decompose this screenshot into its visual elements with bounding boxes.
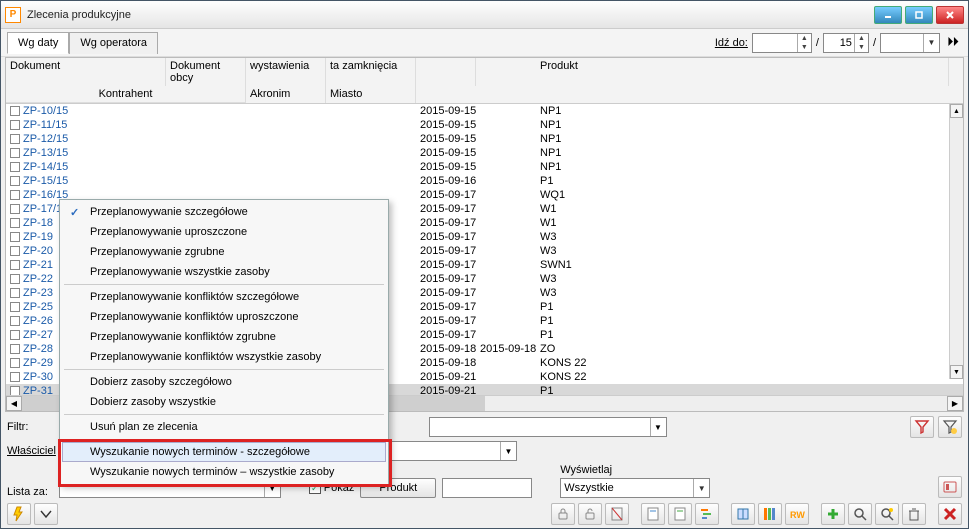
view-icon[interactable] — [848, 503, 872, 525]
col-produkt[interactable]: Produkt — [536, 58, 949, 86]
exit-icon[interactable] — [938, 503, 962, 525]
menu-item[interactable]: Wyszukanie nowych terminów - szczegółowe — [62, 442, 386, 462]
filter-combo[interactable]: ▼ — [429, 417, 667, 437]
doc2-icon[interactable] — [668, 503, 692, 525]
tabs-row: Wg daty Wg operatora Idź do: ▲▼ / ▲▼ / ▼… — [1, 29, 968, 57]
menu-item[interactable]: Przeplanowywanie uproszczone — [62, 222, 386, 242]
menu-item[interactable]: Dobierz zasoby szczegółowo — [62, 372, 386, 392]
cancel-doc-icon[interactable] — [605, 503, 629, 525]
col-akronim[interactable]: Akronim — [246, 86, 326, 103]
table-row[interactable]: ZP-10/152015-09-15NP1 — [6, 104, 963, 118]
book-icon[interactable] — [731, 503, 755, 525]
flash-icon[interactable] — [7, 503, 31, 525]
goto-field-3[interactable]: ▼ — [880, 33, 940, 53]
maximize-button[interactable] — [905, 6, 933, 24]
filter-run-icon[interactable] — [910, 416, 934, 438]
produkt-input[interactable] — [442, 478, 532, 498]
col-zamk[interactable]: ta zamknięcia — [326, 58, 416, 86]
menu-item[interactable]: Przeplanowywanie zgrubne — [62, 242, 386, 262]
menu-item[interactable]: Dobierz zasoby wszystkie — [62, 392, 386, 412]
menu-item[interactable]: Usuń plan ze zlecenia — [62, 417, 386, 437]
goto-execute-icon[interactable]: ⏵⏵ — [944, 34, 962, 52]
menu-item[interactable]: Przeplanowywanie konfliktów szczegółowe — [62, 287, 386, 307]
rw-icon[interactable]: RW — [785, 503, 809, 525]
menu-item[interactable]: Przeplanowywanie konfliktów uproszczone — [62, 307, 386, 327]
table-row[interactable]: ZP-13/152015-09-15NP1 — [6, 146, 963, 160]
col-kontrahent[interactable]: Kontrahent — [6, 86, 246, 103]
layout-save-icon[interactable] — [938, 476, 962, 498]
bottom-toolbar: RW — [1, 500, 968, 528]
owner-label[interactable]: Właściciel — [7, 445, 55, 457]
filter-edit-icon[interactable] — [938, 416, 962, 438]
menu-item[interactable]: Przeplanowywanie wszystkie zasoby — [62, 262, 386, 282]
filter-label: Filtr: — [7, 421, 55, 433]
window-title: Zlecenia produkcyjne — [27, 9, 874, 21]
menu-item[interactable]: Wyszukanie nowych terminów – wszystkie z… — [62, 462, 386, 482]
wyswietlaj-label: Wyświetlaj — [560, 464, 710, 476]
close-button[interactable] — [936, 6, 964, 24]
app-icon: P — [5, 7, 21, 23]
add-icon[interactable] — [821, 503, 845, 525]
col-dokument[interactable]: Dokument — [6, 58, 166, 86]
context-menu: Przeplanowywanie szczegółowePrzeplanowyw… — [59, 199, 389, 485]
table-row[interactable]: ZP-15/152015-09-16P1 — [6, 174, 963, 188]
goto-field-2[interactable]: ▲▼ — [823, 33, 869, 53]
tab-by-date[interactable]: Wg daty — [7, 32, 69, 54]
app-window: P Zlecenia produkcyjne Wg daty Wg operat… — [0, 0, 969, 529]
lista-label: Lista za: — [7, 486, 55, 498]
goto-label: Idź do: — [715, 37, 748, 49]
edit-icon[interactable] — [875, 503, 899, 525]
lock-icon[interactable] — [551, 503, 575, 525]
gantt-icon[interactable] — [695, 503, 719, 525]
flash-dropdown-icon[interactable] — [34, 503, 58, 525]
goto-field-1[interactable]: ▲▼ — [752, 33, 812, 53]
menu-item[interactable]: Przeplanowywanie konfliktów zgrubne — [62, 327, 386, 347]
menu-item[interactable]: Przeplanowywanie szczegółowe — [62, 202, 386, 222]
menu-item[interactable]: Przeplanowywanie konfliktów wszystkie za… — [62, 347, 386, 367]
titlebar: P Zlecenia produkcyjne — [1, 1, 968, 29]
table-row[interactable]: ZP-11/152015-09-15NP1 — [6, 118, 963, 132]
col-miasto[interactable]: Miasto — [326, 86, 416, 103]
vertical-scrollbar[interactable]: ▲▼ — [949, 104, 963, 379]
minimize-button[interactable] — [874, 6, 902, 24]
svg-text:RW: RW — [790, 510, 805, 520]
col-wyst[interactable]: wystawienia — [246, 58, 326, 86]
columns-icon[interactable] — [758, 503, 782, 525]
doc1-icon[interactable] — [641, 503, 665, 525]
tab-by-operator[interactable]: Wg operatora — [69, 32, 158, 54]
delete-icon[interactable] — [902, 503, 926, 525]
table-row[interactable]: ZP-12/152015-09-15NP1 — [6, 132, 963, 146]
unlock-icon[interactable] — [578, 503, 602, 525]
col-dokobcy[interactable]: Dokument obcy — [166, 58, 246, 86]
wyswietlaj-combo[interactable]: Wszystkie▼ — [560, 478, 710, 498]
table-row[interactable]: ZP-14/152015-09-15NP1 — [6, 160, 963, 174]
